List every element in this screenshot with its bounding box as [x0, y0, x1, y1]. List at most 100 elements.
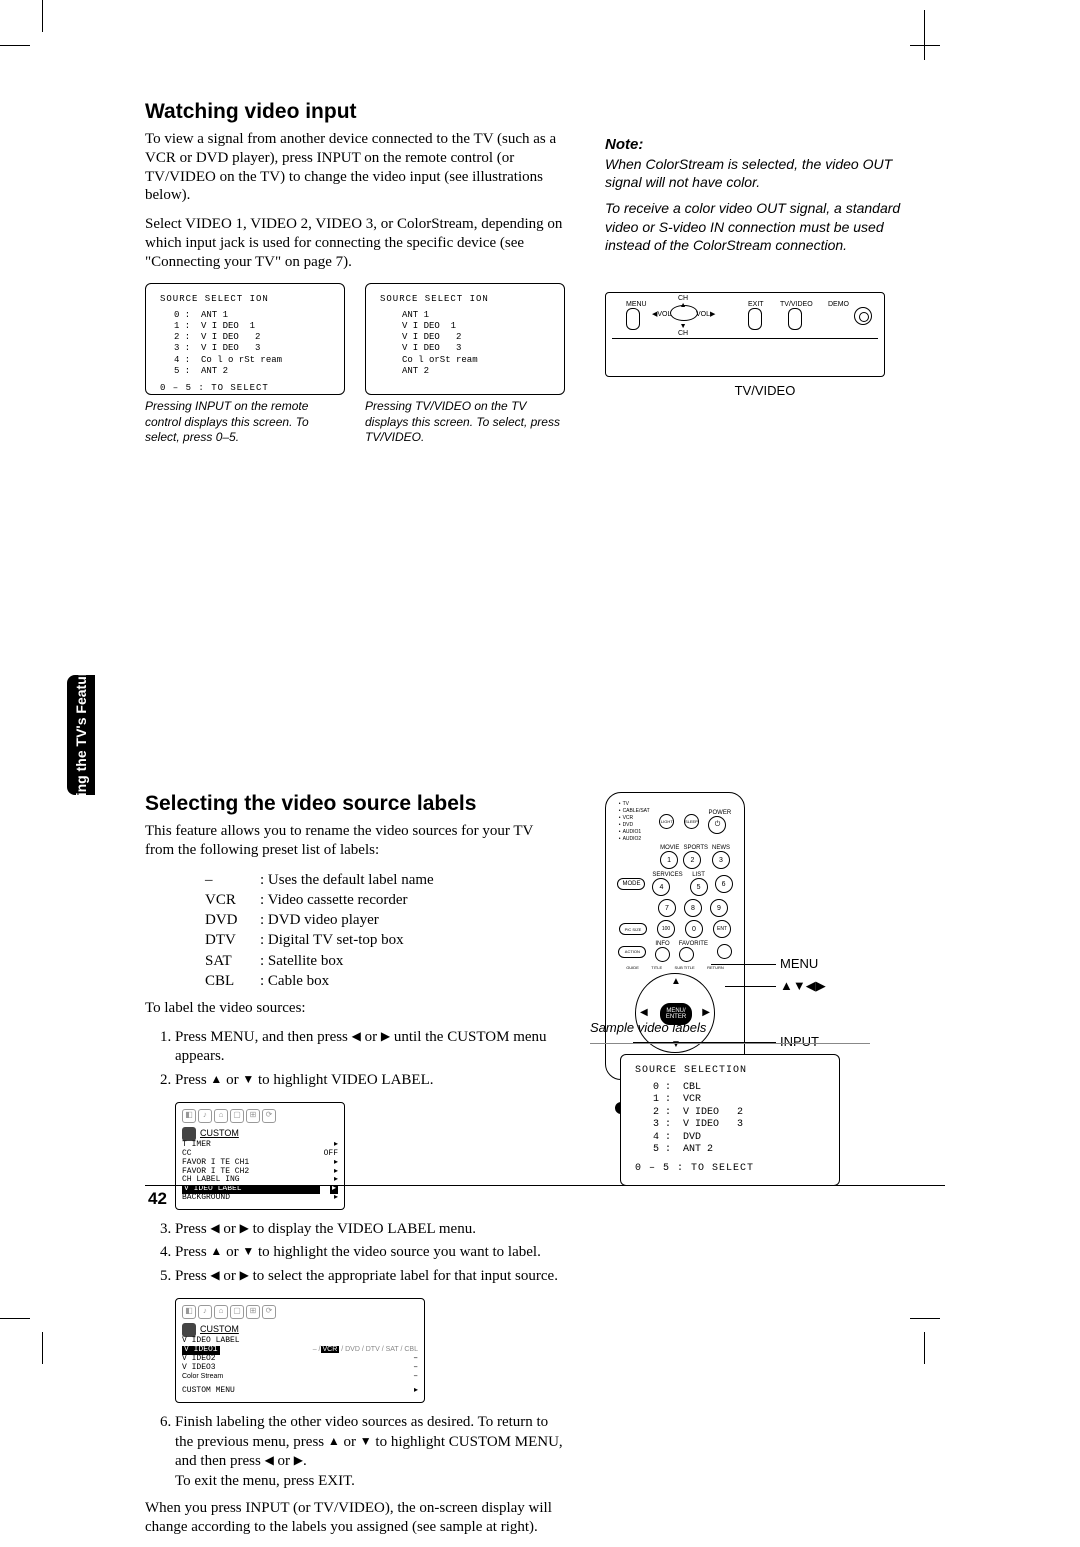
- num-8-button: 8: [684, 899, 702, 917]
- tab-icon: ⟳: [262, 1305, 276, 1319]
- num-5-button: 5: [690, 878, 708, 896]
- crop-mark: [0, 1318, 30, 1319]
- callout-line: [725, 986, 776, 987]
- sleep-button: SLEEP: [684, 814, 699, 829]
- picsize-button: PIC SIZE: [619, 923, 647, 935]
- menu-item-selected: V IDEO1– /VCR / DVD / DTV / SAT / CBL: [182, 1346, 418, 1355]
- crop-mark: [910, 45, 940, 46]
- step-3: Press ◀ or ▶ to display the VIDEO LABEL …: [175, 1220, 565, 1240]
- preset-row: VCR: Video cassette recorder: [205, 890, 565, 910]
- osd-source-selection-remote: SOURCE SELECT ION 0 : ANT 1 1 : V I DEO …: [145, 283, 345, 395]
- osd-title: SOURCE SELECTION: [635, 1065, 825, 1078]
- menu-icon-row: ◧♪⌂▢⊞⟳: [182, 1109, 338, 1123]
- preset-row: –: Uses the default label name: [205, 870, 565, 890]
- osd-bottom: 0 – 5 : TO SELECT: [160, 383, 330, 394]
- tab-icon: ▢: [230, 1109, 244, 1123]
- left-icon: ◀: [210, 1268, 219, 1282]
- tv-tvvideo-label: TV/VIDEO: [780, 301, 813, 308]
- tab-icon: ♪: [198, 1305, 212, 1319]
- step-1: Press MENU, and then press ◀ or ▶ until …: [175, 1028, 565, 1067]
- sample-caption: Sample video labels: [590, 1020, 870, 1035]
- tab-icon: ⌂: [214, 1305, 228, 1319]
- menu-section-title: CUSTOM: [200, 1128, 239, 1138]
- tab-icon: ⟳: [262, 1109, 276, 1123]
- osd-line: 4 : Co l o rSt ream: [174, 355, 330, 366]
- callout-menu: MENU: [780, 956, 818, 971]
- preset-row: DVD: DVD video player: [205, 910, 565, 930]
- up-icon: ▲: [328, 1434, 340, 1448]
- osd-line: V I DEO 3: [402, 343, 550, 354]
- osd-source-selection-tv: SOURCE SELECT ION ANT 1 V I DEO 1 V I DE…: [365, 283, 565, 395]
- osd-line: 3 : V IDEO 3: [653, 1119, 825, 1132]
- tv-tvvideo-button: [788, 308, 802, 330]
- power-button: ⏻: [708, 816, 726, 834]
- osd-title: SOURCE SELECT ION: [160, 294, 330, 305]
- osd-line: 2 : V IDEO 2: [653, 1107, 825, 1120]
- note-heading: Note:: [605, 136, 925, 153]
- left-icon: ◀: [210, 1221, 219, 1235]
- crop-mark: [924, 10, 925, 60]
- right-icon: ▶: [381, 1029, 390, 1043]
- right-icon: ▶: [702, 1007, 710, 1018]
- osd-line: 0 : CBL: [653, 1082, 825, 1095]
- crop-mark: [42, 0, 43, 32]
- osd-line: 5 : ANT 2: [174, 366, 330, 377]
- tv-ch-label: CH: [678, 295, 688, 302]
- para: This feature allows you to rename the vi…: [145, 822, 565, 860]
- down-icon: ▼: [360, 1434, 372, 1448]
- extra-button: [717, 944, 732, 959]
- up-icon: ▲: [210, 1244, 222, 1258]
- right-icon: ▶: [294, 1453, 303, 1467]
- right-icon: ▶: [240, 1221, 249, 1235]
- menu-section-title: CUSTOM: [200, 1324, 239, 1334]
- down-icon: ▼: [680, 323, 687, 330]
- favorite-button: [679, 947, 694, 962]
- osd-line: ANT 2: [402, 366, 550, 377]
- step-2: Press ▲ or ▼ to highlight VIDEO LABEL.: [175, 1071, 565, 1091]
- left-icon: ◀: [265, 1453, 274, 1467]
- crop-mark: [42, 1332, 43, 1364]
- num-7-button: 7: [658, 899, 676, 917]
- note-text: When ColorStream is selected, the video …: [605, 155, 925, 191]
- note-text: To receive a color video OUT signal, a s…: [605, 199, 925, 254]
- tv-panel-illustration: MENU CH▲ ◀VOL VOL▶ ▼CH EXIT TV/VIDEO DEM…: [605, 292, 885, 377]
- osd-line: 0 : ANT 1: [174, 310, 330, 321]
- custom-icon: [182, 1323, 196, 1337]
- num-3-button: 3: [712, 851, 730, 869]
- osd-line: 5 : ANT 2: [653, 1144, 825, 1157]
- tab-icon: ⊞: [246, 1109, 260, 1123]
- side-tab: Using the TV's Features: [67, 675, 95, 795]
- osd-line: 1 : VCR: [653, 1094, 825, 1107]
- osd-title: SOURCE SELECT ION: [380, 294, 550, 305]
- arrow-icon: ▸: [334, 1194, 338, 1203]
- tab-icon: ♪: [198, 1109, 212, 1123]
- tab-icon: ◧: [182, 1305, 196, 1319]
- tv-menu-label: MENU: [626, 301, 647, 308]
- heading-watching: Watching video input: [145, 100, 565, 124]
- tv-menu-button: [626, 308, 640, 330]
- num-6-button: 6: [715, 875, 733, 893]
- num-4-button: 4: [652, 878, 670, 896]
- left-icon: ◀: [352, 1029, 361, 1043]
- osd-bottom: 0 – 5 : TO SELECT: [635, 1163, 825, 1176]
- tv-ch-label: CH: [678, 330, 688, 337]
- num-0-button: 0: [685, 920, 703, 938]
- page-rule: [145, 1185, 945, 1186]
- osd-sample-labels: SOURCE SELECTION 0 : CBL 1 : VCR 2 : V I…: [620, 1054, 840, 1186]
- osd-line: 4 : DVD: [653, 1132, 825, 1145]
- right-icon: ▶: [710, 311, 715, 318]
- tab-icon: ⌂: [214, 1109, 228, 1123]
- num-9-button: 9: [710, 899, 728, 917]
- custom-icon: [182, 1127, 196, 1141]
- tv-demo-label: DEMO: [828, 301, 849, 308]
- menu-item: BACKGROUND▸: [182, 1194, 338, 1203]
- up-icon: ▲: [671, 976, 681, 987]
- left-icon: ◀: [640, 1007, 648, 1018]
- preset-row: CBL: Cable box: [205, 971, 565, 991]
- osd-line: V I DEO 2: [402, 332, 550, 343]
- menu-icon-row: ◧♪⌂▢⊞⟳: [182, 1305, 418, 1319]
- tv-knob: [854, 307, 872, 325]
- preset-row: DTV: Digital TV set-top box: [205, 930, 565, 950]
- crop-mark: [0, 45, 30, 46]
- tv-dpad: [670, 305, 698, 321]
